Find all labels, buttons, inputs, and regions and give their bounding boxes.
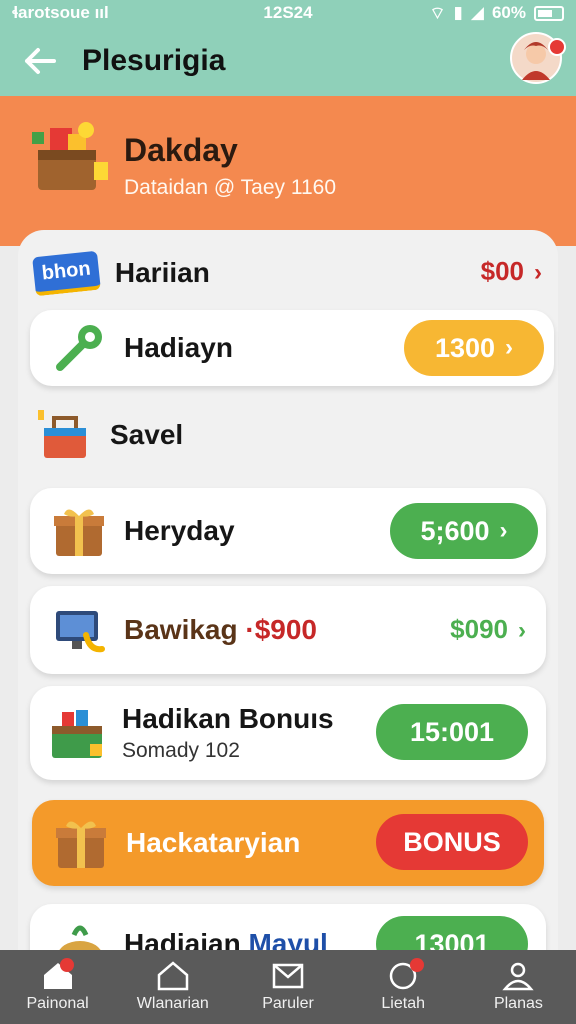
banner-subtitle: Dataidan @ Taey 1160 <box>124 176 337 199</box>
nav-item-paruler[interactable]: Paruler <box>230 950 345 1024</box>
banner-title: Dakday <box>124 132 238 168</box>
nav-item-planas[interactable]: Planas <box>461 950 576 1024</box>
notification-dot <box>409 958 424 972</box>
list-item-hadikan-bonus[interactable]: Hadikan Bonuıs Somady 102 15:001 <box>30 686 546 780</box>
wifi-icon: ⌔ <box>429 3 446 23</box>
mail-icon <box>272 963 304 989</box>
people-icon <box>502 962 535 991</box>
sim-icon: ▮ <box>453 3 463 22</box>
list-item-bawikag[interactable]: Bawikag ·$900 $090 › <box>30 586 546 674</box>
list-item-hariian[interactable]: bhon Hariian $00 › <box>32 246 542 300</box>
list-item-hackataryian[interactable]: Hackataryian BONUS <box>32 800 544 886</box>
gift-box-icon <box>56 821 106 868</box>
app-header: Plesurigia <box>0 26 576 96</box>
signal-icon: ◢ <box>470 3 484 22</box>
battery-icon <box>534 5 564 21</box>
row-label: Bawikag ·$900 <box>124 614 318 645</box>
row-sublabel: Somady 102 <box>122 739 240 762</box>
avatar[interactable] <box>510 32 566 84</box>
battery-percent: 60% <box>491 3 526 22</box>
computer-monitor-icon <box>56 611 105 653</box>
row-label: Hadikan Bonuıs <box>122 703 334 734</box>
notification-dot <box>60 958 74 972</box>
gift-basket-icon <box>32 122 108 190</box>
value-pill-button[interactable]: 1300 › <box>404 320 544 376</box>
row-label-accent: ·$900 <box>245 614 318 645</box>
chevron-right-icon: › <box>534 259 542 286</box>
gift-box-icon <box>54 509 104 556</box>
row-label: Hariian <box>114 257 210 288</box>
list-item-heryday[interactable]: Heryday 5;600 › <box>30 488 546 574</box>
chevron-right-icon: › <box>499 517 508 544</box>
row-label: Hadiayn <box>124 332 233 363</box>
list-item-savel[interactable]: Savel <box>36 402 536 468</box>
back-button[interactable] <box>20 41 60 81</box>
carrier-text: ɬarotsoue ııl <box>12 3 109 22</box>
promo-banner: Dakday Dataidan @ Taey 1160 <box>0 96 576 246</box>
notification-dot <box>548 38 566 56</box>
chevron-right-icon: › <box>505 334 514 361</box>
nav-item-wlanarian[interactable]: Wlanarian <box>115 950 230 1024</box>
row-label: Savel <box>110 419 184 450</box>
house-outline-icon <box>157 961 189 991</box>
row-label: Heryday <box>124 515 235 546</box>
chevron-right-icon: › <box>518 617 526 644</box>
value-pill-button[interactable]: 5;600 › <box>390 503 538 559</box>
row-value: $00 › <box>480 256 542 286</box>
treasure-crate-icon <box>52 710 102 758</box>
list-item-hadiayn[interactable]: Hadiayn 1300 › <box>30 310 554 386</box>
key-icon <box>56 325 102 371</box>
status-icons: ⌔ ▮ ◢ 60% <box>430 3 564 24</box>
toolbox-icon <box>38 410 86 458</box>
value-pill-button[interactable]: 15:001 <box>376 704 528 760</box>
nav-item-lietah[interactable]: Lietah <box>346 950 461 1024</box>
row-value: $090 › <box>450 614 526 644</box>
bottom-nav: Painonal Wlanarian Paruler Lietah Planas <box>0 950 576 1024</box>
page-title: Plesurigia <box>82 44 226 77</box>
bhon-tag-icon: bhon <box>32 250 101 296</box>
row-label: Hackataryian <box>126 827 301 858</box>
row-text-block: Hadikan Bonuıs Somady 102 <box>106 703 334 763</box>
status-bar: ɬarotsoue ııl 12S24 ⌔ ▮ ◢ 60% <box>0 0 576 26</box>
bonus-button[interactable]: BONUS <box>376 814 528 870</box>
rewards-list: bhon Hariian $00› Hadiayn 1300› Savel <box>18 230 558 984</box>
back-arrow-icon <box>25 48 56 74</box>
nav-item-home[interactable]: Painonal <box>0 950 115 1024</box>
